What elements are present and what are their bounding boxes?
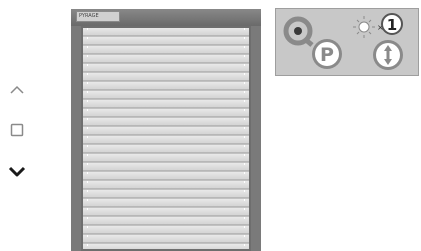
status-panel: P × 1: [275, 8, 419, 76]
sun-sensor-icon: × 1: [353, 13, 403, 38]
chevron-down-icon: [8, 166, 26, 177]
up-down-icon: [373, 40, 403, 70]
down-button[interactable]: [6, 160, 28, 182]
shutter-right-rail: [251, 26, 261, 251]
shutter-brand-plate: PYRAGE: [76, 11, 120, 22]
roller-shutter: PYRAGE: [71, 9, 261, 251]
stop-button[interactable]: [6, 119, 28, 141]
shutter-head-box: PYRAGE: [71, 9, 261, 26]
up-button[interactable]: [6, 79, 28, 101]
chevron-up-icon: [10, 85, 24, 94]
sun-multiplier-value: 1: [387, 16, 397, 34]
parking-badge: P: [320, 44, 334, 66]
shutter-left-rail: [71, 26, 81, 251]
parking-position-icon: P: [283, 16, 342, 69]
shutter-curtain: [83, 28, 249, 249]
square-stop-icon: [10, 123, 24, 137]
status-icons: P × 1: [283, 13, 403, 70]
